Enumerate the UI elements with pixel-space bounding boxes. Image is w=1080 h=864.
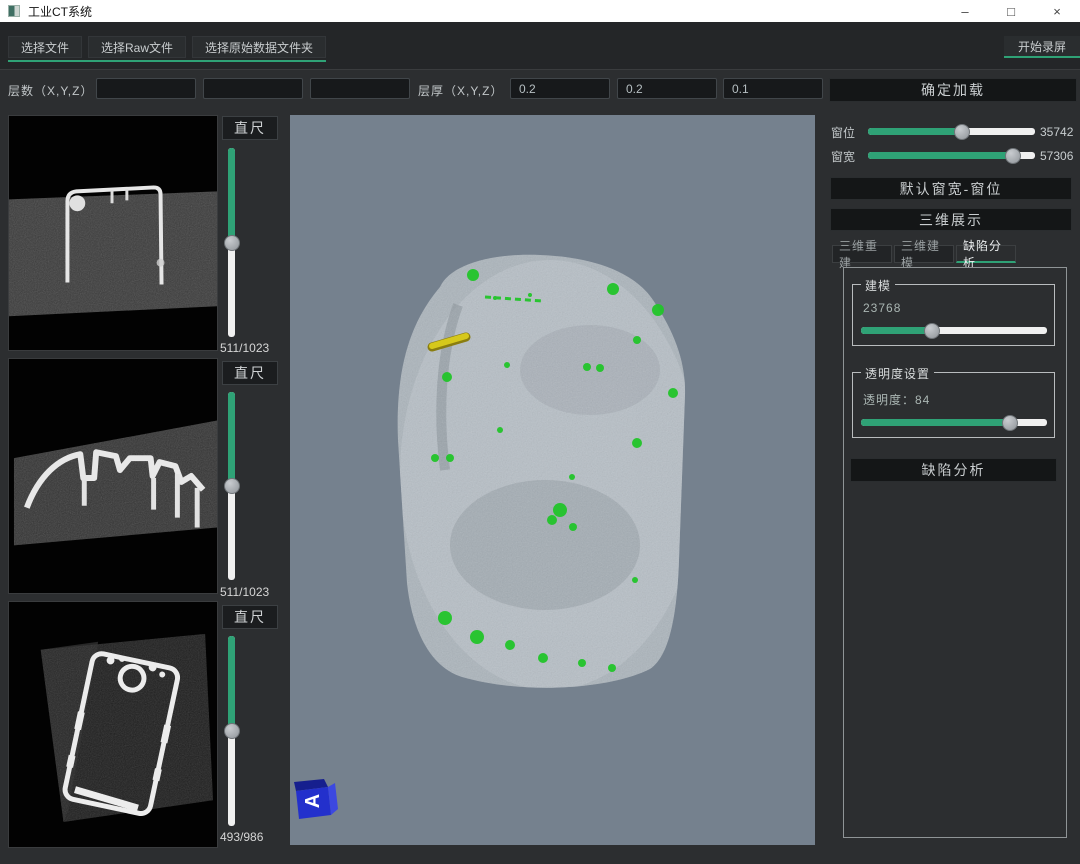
display-3d-button[interactable]: 三维展示 (830, 208, 1072, 231)
slider-thumb[interactable] (224, 235, 240, 251)
window-width-value: 57306 (1040, 149, 1073, 163)
minimize-button[interactable]: – (942, 0, 988, 22)
maximize-button[interactable]: □ (988, 0, 1034, 22)
slice-slider-bottom[interactable] (228, 636, 235, 826)
tab-3d-modeling[interactable]: 三维建模 (894, 245, 954, 263)
ct-slice-view-bottom[interactable] (8, 601, 218, 848)
orientation-label: A (302, 794, 324, 808)
thickness-x-input[interactable] (510, 78, 610, 99)
transparency-group-legend: 透明度设置 (861, 365, 934, 382)
ct-slice-view-middle[interactable] (8, 358, 218, 594)
ruler-button-middle[interactable]: 直尺 (222, 361, 278, 385)
window-width-label: 窗宽 (831, 148, 855, 165)
slider-thumb[interactable] (924, 323, 940, 339)
window-title: 工业CT系统 (28, 3, 92, 20)
defect-analysis-button[interactable]: 缺陷分析 (850, 458, 1057, 482)
window-controls: – □ × (942, 0, 1080, 22)
ruler-button-bottom[interactable]: 直尺 (222, 605, 278, 629)
modeling-group: 建模 23768 (852, 284, 1055, 346)
default-window-button[interactable]: 默认窗宽-窗位 (830, 177, 1072, 200)
tab-3d-reconstruction[interactable]: 三维重建 (832, 245, 892, 263)
thickness-z-input[interactable] (723, 78, 823, 99)
transparency-group: 透明度设置 透明度：84 (852, 372, 1055, 438)
window-level-slider[interactable] (868, 128, 1035, 135)
slider-thumb[interactable] (1002, 415, 1018, 431)
window-level-label: 窗位 (831, 124, 855, 141)
layer-y-input[interactable] (203, 78, 303, 99)
slider-thumb[interactable] (1005, 148, 1021, 164)
app-icon (8, 5, 20, 17)
confirm-load-button[interactable]: 确定加载 (829, 78, 1077, 102)
ruler-button-top[interactable]: 直尺 (222, 116, 278, 140)
select-file-button[interactable]: 选择文件 (8, 36, 82, 58)
thickness-label: 层厚（X,Y,Z） (418, 82, 503, 99)
transparency-value: 透明度：84 (863, 391, 930, 408)
slice-position-middle: 511/1023 (220, 585, 284, 599)
modeling-group-legend: 建模 (861, 277, 895, 294)
modeling-value: 23768 (863, 301, 901, 315)
slider-thumb[interactable] (224, 723, 240, 739)
close-button[interactable]: × (1034, 0, 1080, 22)
title-bar: 工业CT系统 – □ × (0, 0, 1080, 22)
transparency-slider[interactable] (861, 419, 1047, 426)
select-raw-button[interactable]: 选择Raw文件 (88, 36, 186, 58)
viewer-3d[interactable]: A (290, 115, 815, 845)
slice-slider-top[interactable] (228, 148, 235, 337)
app-window: 工业CT系统 – □ × 选择文件 选择Raw文件 选择原始数据文件夹 开始录屏… (0, 0, 1080, 864)
file-button-group: 选择文件 选择Raw文件 选择原始数据文件夹 (8, 36, 326, 62)
parameter-row: 层数（X,Y,Z） 层厚（X,Y,Z） 确定加载 (0, 71, 1080, 111)
ct-slice-view-top[interactable] (8, 115, 218, 351)
select-folder-button[interactable]: 选择原始数据文件夹 (192, 36, 326, 58)
window-width-slider[interactable] (868, 152, 1035, 159)
slider-thumb[interactable] (224, 478, 240, 494)
tab-defect-analysis[interactable]: 缺陷分析 (956, 245, 1016, 263)
modeling-slider[interactable] (861, 327, 1047, 334)
toolbar: 选择文件 选择Raw文件 选择原始数据文件夹 开始录屏 (0, 22, 1080, 70)
window-level-value: 35742 (1040, 125, 1073, 139)
slice-slider-middle[interactable] (228, 392, 235, 580)
layer-x-input[interactable] (96, 78, 196, 99)
layer-z-input[interactable] (310, 78, 410, 99)
start-record-button[interactable]: 开始录屏 (1004, 36, 1080, 58)
slice-position-bottom: 493/986 (220, 830, 284, 844)
thickness-y-input[interactable] (617, 78, 717, 99)
slider-thumb[interactable] (954, 124, 970, 140)
defect-analysis-panel (843, 267, 1067, 838)
slice-position-top: 511/1023 (220, 341, 284, 355)
layers-label: 层数（X,Y,Z） (8, 82, 93, 99)
